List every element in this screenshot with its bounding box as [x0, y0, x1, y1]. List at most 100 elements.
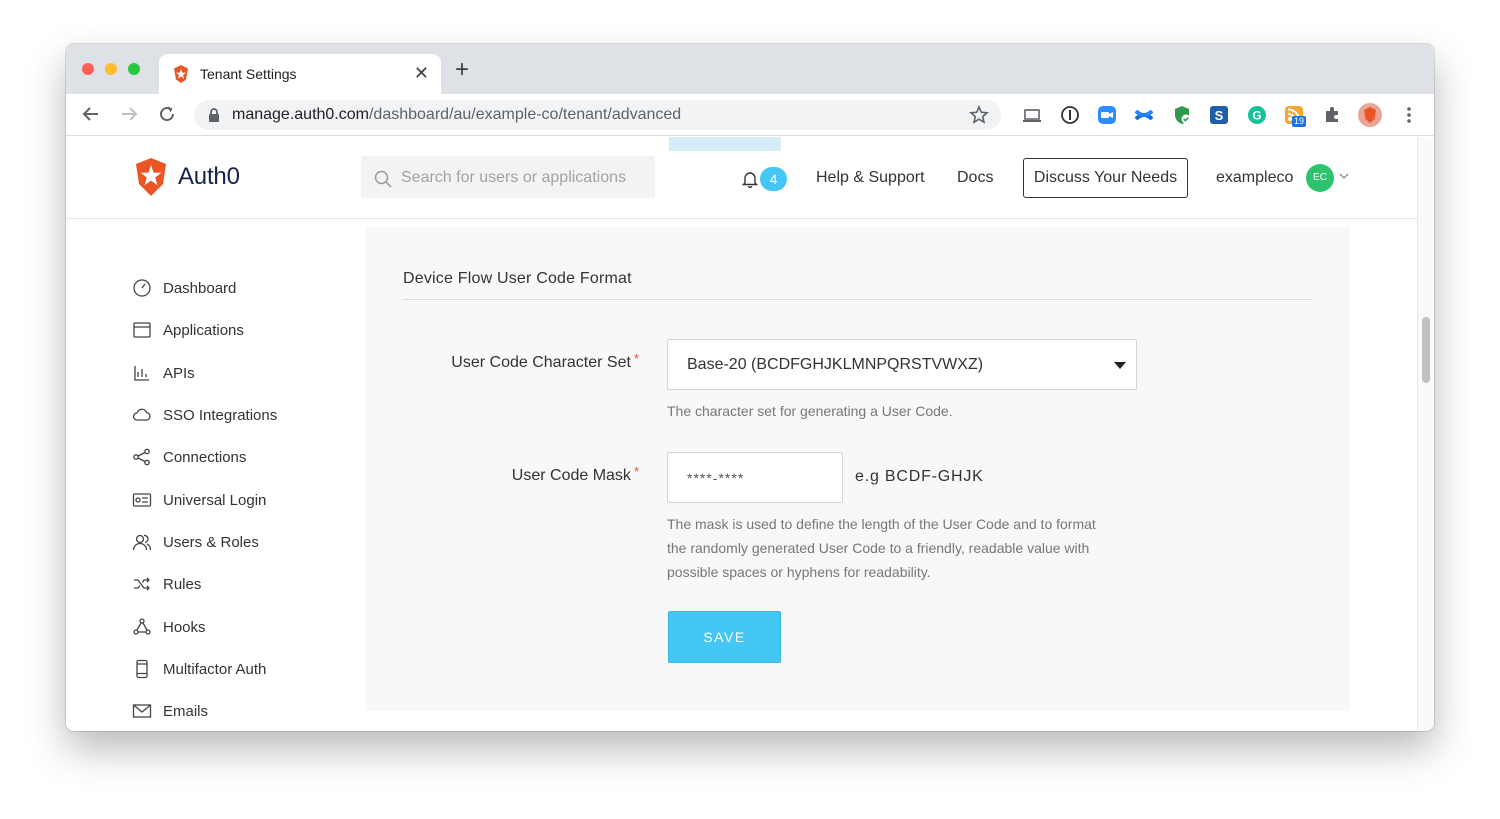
dropdown-arrow-icon — [1114, 362, 1126, 369]
scrollbar[interactable] — [1417, 137, 1434, 731]
sidebar-item-emails[interactable]: Emails — [132, 699, 208, 723]
charset-selected-value: Base-20 (BCDFGHJKLMNPQRSTVWXZ) — [687, 356, 984, 373]
grammarly-icon[interactable]: G — [1247, 105, 1267, 125]
confluence-icon[interactable] — [1134, 105, 1154, 125]
url-text: manage.auth0.com/dashboard/au/example-co… — [232, 106, 681, 124]
mask-help-line-2: the randomly generated User Code to a fr… — [667, 540, 1090, 556]
section-divider — [403, 299, 1312, 300]
new-tab-button[interactable]: + — [455, 58, 469, 82]
browser-window: Tenant Settings ✕ + manage.auth0.com/das… — [66, 44, 1434, 731]
lock-icon — [209, 108, 219, 122]
sidebar-item-universal-login[interactable]: Universal Login — [132, 488, 266, 512]
avatar[interactable]: EC — [1306, 164, 1334, 192]
required-indicator: * — [633, 351, 639, 366]
rss-count-badge: 19 — [1292, 116, 1307, 127]
window-icon — [132, 320, 152, 340]
sidebar-item-label: Emails — [163, 702, 209, 720]
address-bar[interactable]: manage.auth0.com/dashboard/au/example-co… — [194, 100, 1001, 130]
mail-icon — [132, 701, 152, 721]
auth0-favicon-icon — [174, 65, 188, 83]
mask-input[interactable] — [667, 452, 843, 503]
sidebar-item-label: Rules — [163, 575, 202, 593]
gauge-icon — [132, 278, 152, 298]
url-host: manage.auth0.com — [232, 106, 369, 123]
cloud-icon — [132, 405, 152, 425]
password-manager-icon[interactable] — [1060, 105, 1080, 125]
sidebar-item-sso[interactable]: SSO Integrations — [132, 403, 277, 427]
sidebar-item-dashboard[interactable]: Dashboard — [132, 276, 236, 300]
svg-text:S: S — [1215, 108, 1224, 123]
sidebar-item-applications[interactable]: Applications — [132, 318, 244, 342]
menu-kebab-icon[interactable] — [1399, 105, 1419, 125]
tenant-name[interactable]: exampleco — [1216, 169, 1293, 187]
sidebar-item-label: Connections — [163, 448, 247, 466]
sidebar-item-label: SSO Integrations — [163, 406, 278, 424]
reload-icon[interactable] — [155, 102, 179, 126]
s-extension-icon[interactable]: S — [1209, 105, 1229, 125]
save-button[interactable]: SAVE — [668, 611, 781, 663]
extensions-puzzle-icon[interactable] — [1322, 105, 1342, 125]
docs-link[interactable]: Docs — [957, 169, 993, 187]
sidebar-item-label: Users & Roles — [163, 533, 259, 551]
url-path: /dashboard/au/example-co/tenant/advanced — [368, 106, 682, 123]
close-window-button[interactable] — [82, 63, 94, 75]
sidebar-item-mfa[interactable]: Multifactor Auth — [132, 657, 266, 681]
tab-close-icon[interactable]: ✕ — [414, 63, 429, 83]
sidebar-item-label: APIs — [163, 364, 195, 382]
sidebar-item-label: Hooks — [163, 618, 206, 636]
api-icon — [132, 363, 152, 383]
phone-icon — [132, 659, 152, 679]
sidebar-item-users-roles[interactable]: Users & Roles — [132, 530, 259, 554]
maximize-window-button[interactable] — [128, 63, 140, 75]
auth0-logo-icon[interactable] — [133, 157, 169, 197]
charset-label-text: User Code Character Set — [451, 354, 631, 371]
highlight-strip — [669, 137, 781, 151]
svg-text:G: G — [1252, 109, 1261, 123]
tab-title: Tenant Settings — [200, 66, 297, 82]
share-icon — [132, 447, 152, 467]
search-icon — [374, 170, 392, 188]
settings-panel: Device Flow User Code Format User Code C… — [366, 227, 1350, 711]
page-content: Auth0 Search for users or applications 4… — [66, 137, 1417, 731]
cast-icon[interactable] — [1022, 105, 1042, 125]
scrollbar-thumb[interactable] — [1422, 317, 1430, 383]
sidebar-item-rules[interactable]: Rules — [132, 572, 201, 596]
charset-select[interactable]: Base-20 (BCDFGHJKLMNPQRSTVWXZ) — [667, 339, 1137, 390]
sidebar-item-connections[interactable]: Connections — [132, 445, 246, 469]
sidebar-item-label: Dashboard — [163, 279, 237, 297]
chevron-down-icon[interactable] — [1339, 172, 1349, 180]
discuss-needs-button[interactable]: Discuss Your Needs — [1023, 158, 1188, 198]
back-icon[interactable] — [79, 102, 103, 126]
help-support-link[interactable]: Help & Support — [816, 169, 925, 187]
bookmark-star-icon[interactable] — [969, 105, 989, 125]
tab-strip: Tenant Settings ✕ + — [66, 44, 1434, 94]
forward-icon[interactable] — [117, 102, 141, 126]
notification-badge[interactable]: 4 — [760, 167, 787, 191]
bell-icon[interactable] — [742, 170, 758, 188]
security-extension-icon[interactable] — [1172, 105, 1192, 125]
zoom-extension-icon[interactable] — [1097, 105, 1117, 125]
charset-help-text: The character set for generating a User … — [667, 403, 953, 419]
required-indicator: * — [633, 464, 639, 479]
minimize-window-button[interactable] — [105, 63, 117, 75]
sidebar-item-label: Applications — [163, 321, 244, 339]
browser-toolbar: manage.auth0.com/dashboard/au/example-co… — [66, 94, 1434, 136]
mask-label-text: User Code Mask — [511, 467, 631, 484]
mask-help-line-3: possible spaces or hyphens for readabili… — [667, 564, 931, 580]
logo-text[interactable]: Auth0 — [178, 163, 240, 191]
profile-avatar[interactable] — [1358, 103, 1382, 127]
sidebar-item-hooks[interactable]: Hooks — [132, 615, 206, 639]
search-placeholder: Search for users or applications — [401, 169, 626, 186]
charset-label: User Code Character Set * — [451, 351, 639, 372]
sidebar-item-label: Multifactor Auth — [163, 660, 267, 678]
hooks-icon — [132, 617, 152, 637]
users-icon — [132, 532, 152, 552]
mask-example: e.g BCDF-GHJK — [855, 468, 984, 485]
mask-help-line-1: The mask is used to define the length of… — [667, 516, 1096, 532]
rss-extension-icon[interactable]: 19 — [1284, 105, 1307, 127]
shuffle-icon — [132, 574, 152, 594]
sidebar-item-apis[interactable]: APIs — [132, 361, 195, 385]
login-icon — [132, 490, 152, 510]
browser-tab[interactable]: Tenant Settings ✕ — [159, 54, 441, 94]
sidebar-item-label: Universal Login — [163, 491, 267, 509]
